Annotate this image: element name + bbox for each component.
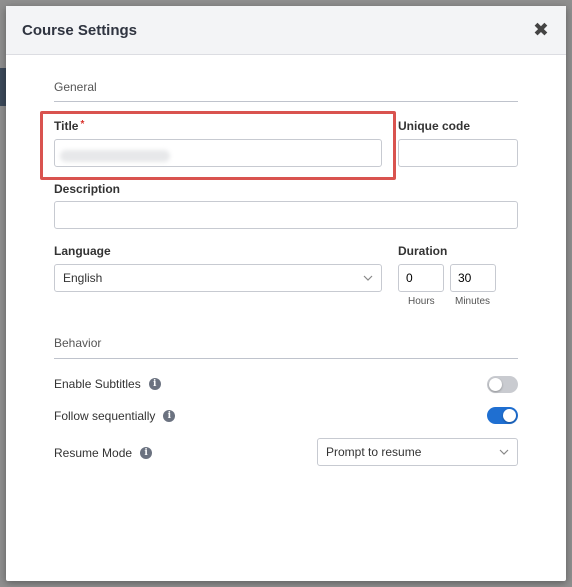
course-settings-dialog: Course Settings ✖ General Title * Unique … xyxy=(6,6,566,581)
follow-sequentially-label: Follow sequentially xyxy=(54,409,156,423)
chevron-down-icon xyxy=(363,275,373,281)
section-label-general: General xyxy=(54,80,97,94)
language-value: English xyxy=(63,271,103,285)
close-icon[interactable]: ✖ xyxy=(532,21,550,40)
dialog-title: Course Settings xyxy=(22,21,138,39)
toggle-knob xyxy=(503,409,516,422)
language-label: Language xyxy=(54,244,111,258)
required-mark: * xyxy=(80,119,85,130)
enable-subtitles-row: Enable Subtitles i xyxy=(54,377,161,391)
resume-mode-label: Resume Mode xyxy=(54,446,133,460)
unique-code-label: Unique code xyxy=(398,119,471,133)
follow-sequentially-row: Follow sequentially i xyxy=(54,409,176,423)
title-label: Title * xyxy=(54,119,84,133)
enable-subtitles-label: Enable Subtitles xyxy=(54,377,141,391)
description-input[interactable] xyxy=(54,201,518,229)
follow-sequentially-toggle[interactable] xyxy=(487,407,518,424)
resume-mode-row: Resume Mode i xyxy=(54,446,153,460)
enable-subtitles-toggle[interactable] xyxy=(487,376,518,393)
resume-mode-select[interactable]: Prompt to resume xyxy=(317,438,518,466)
dialog-header: Course Settings ✖ xyxy=(6,6,566,55)
title-value-redacted xyxy=(60,150,170,162)
section-label-behavior: Behavior xyxy=(54,336,102,350)
unique-code-input[interactable] xyxy=(398,139,518,167)
chevron-down-icon xyxy=(499,449,509,455)
info-icon[interactable]: i xyxy=(163,410,176,422)
title-label-text: Title xyxy=(54,119,79,133)
general-divider xyxy=(54,101,518,102)
minutes-input[interactable] xyxy=(450,264,496,292)
description-label: Description xyxy=(54,182,121,196)
hours-label: Hours xyxy=(408,296,435,307)
minutes-label: Minutes xyxy=(455,296,491,307)
toggle-knob xyxy=(489,378,502,391)
hours-input[interactable] xyxy=(398,264,444,292)
info-icon[interactable]: i xyxy=(140,447,153,459)
behavior-divider xyxy=(54,358,518,359)
duration-label: Duration xyxy=(398,244,448,258)
resume-mode-value: Prompt to resume xyxy=(326,445,422,459)
language-select[interactable]: English xyxy=(54,264,382,292)
info-icon[interactable]: i xyxy=(148,378,161,390)
